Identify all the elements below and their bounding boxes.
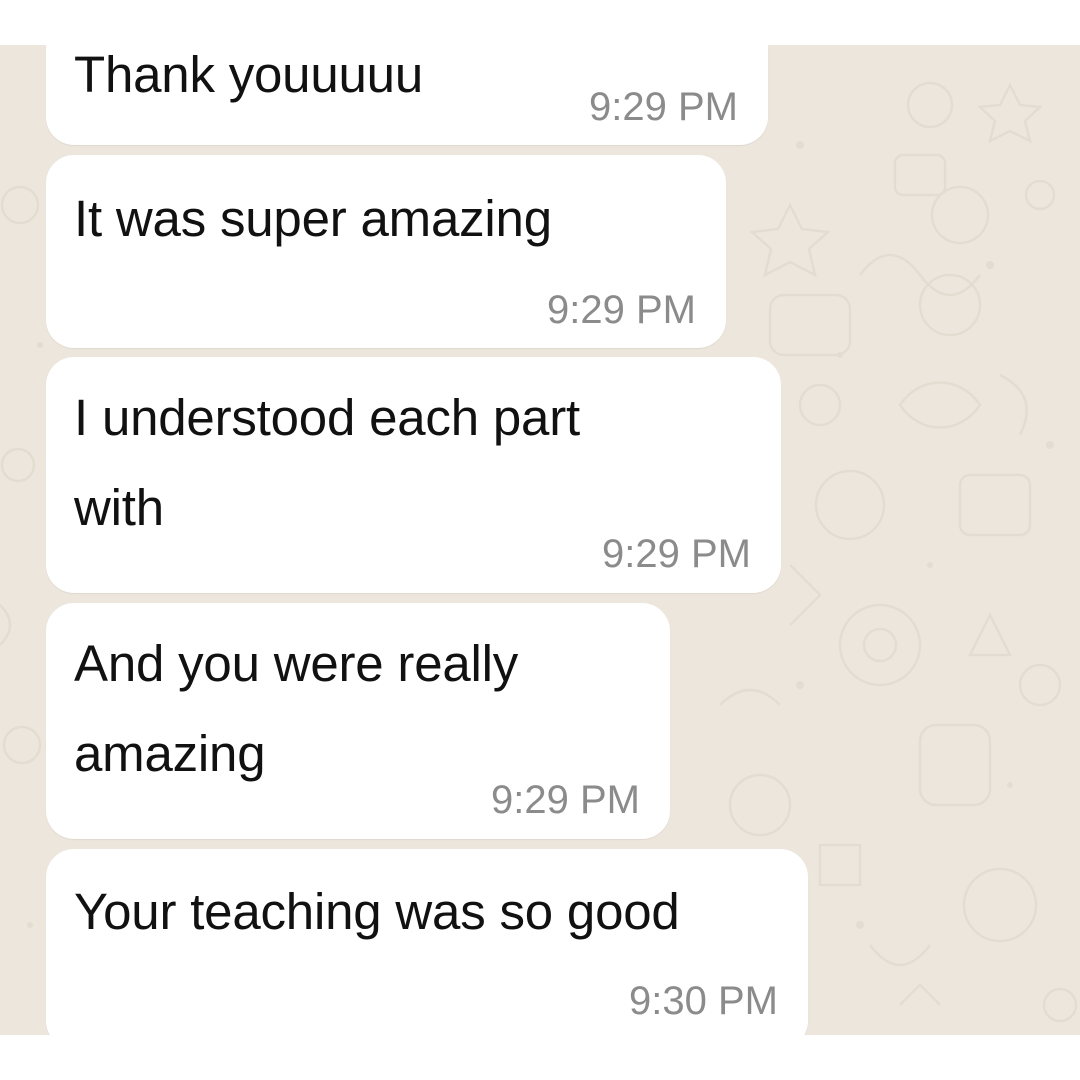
message-timestamp: 9:30 PM	[629, 979, 778, 1023]
message-bubble-thank-you[interactable]: Thank youuuuu 9:29 PM	[46, 45, 768, 145]
message-timestamp: 9:29 PM	[602, 532, 751, 576]
message-timestamp: 9:29 PM	[491, 778, 640, 822]
message-text: It was super amazing	[74, 190, 552, 247]
message-timestamp: 9:29 PM	[547, 288, 696, 332]
message-bubble-teaching[interactable]: Your teaching was so good 9:30 PM	[46, 849, 808, 1035]
message-timestamp: 9:29 PM	[589, 85, 738, 129]
message-bubble-really-amazing[interactable]: And you were really amazing 9:29 PM	[46, 603, 670, 839]
message-text: Your teaching was so good	[74, 883, 680, 940]
message-bubble-understood[interactable]: I understood each part with 9:29 PM	[46, 357, 781, 593]
screenshot-canvas: Thank youuuuu 9:29 PM It was super amazi…	[0, 0, 1080, 1080]
chat-message-list[interactable]: Thank youuuuu 9:29 PM It was super amazi…	[0, 45, 1080, 1035]
message-text: And you were really amazing	[74, 635, 519, 782]
message-text: I understood each part with	[74, 389, 580, 536]
message-text: Thank youuuuu	[74, 46, 423, 103]
message-bubble-super-amazing[interactable]: It was super amazing 9:29 PM	[46, 155, 726, 348]
